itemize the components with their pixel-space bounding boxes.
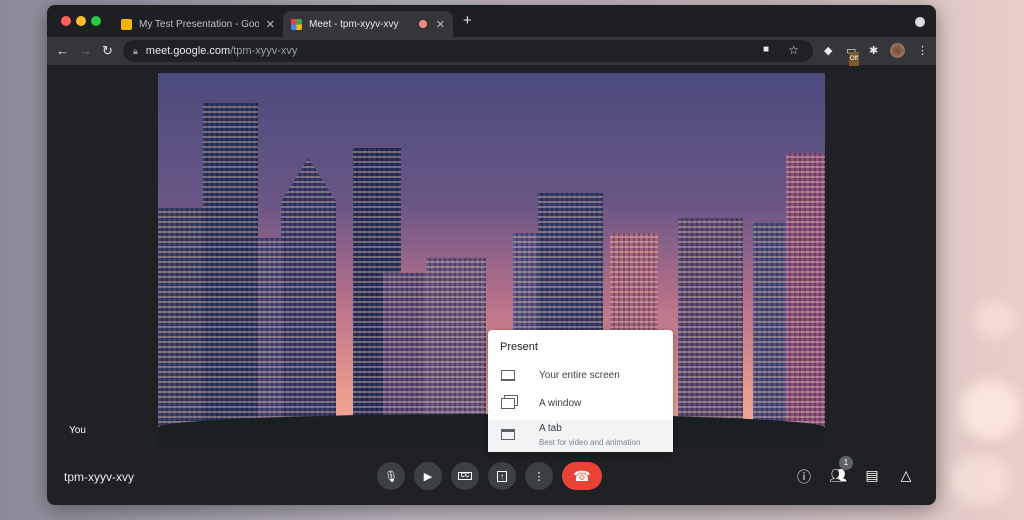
option-label: Your entire screen — [539, 369, 620, 381]
scene-building — [281, 158, 336, 448]
scene-building — [203, 103, 258, 448]
chat-icon[interactable]: ▤ — [863, 467, 881, 484]
tab-title: My Test Presentation - Google — [139, 18, 259, 30]
self-view-label: You — [69, 425, 86, 436]
bokeh-light — [960, 380, 1020, 440]
meeting-info-icon[interactable]: ⓘ — [795, 467, 813, 487]
scene-building — [753, 223, 788, 448]
hang-up-icon: ☎︎ — [573, 467, 591, 484]
camera-in-use-icon[interactable]: ■ — [763, 44, 769, 55]
more-options-button[interactable]: ⋮ — [525, 462, 553, 490]
close-window-button[interactable] — [61, 16, 71, 26]
captions-button[interactable]: CC — [451, 462, 479, 490]
back-icon[interactable]: ← — [56, 43, 69, 59]
bokeh-light — [975, 300, 1015, 340]
scene-building — [678, 218, 743, 448]
meet-favicon-icon — [291, 18, 302, 30]
option-subtitle: Best for video and animation — [539, 438, 641, 447]
recording-indicator-icon — [418, 20, 427, 28]
minimize-window-button[interactable] — [76, 16, 86, 26]
present-window-option[interactable]: A window — [488, 389, 673, 417]
camera-button[interactable]: ▶ — [414, 462, 442, 490]
lock-icon: 🔒︎ — [133, 45, 138, 56]
option-label: A window — [539, 397, 582, 409]
camera-icon: ▶ — [423, 470, 433, 483]
captions-icon: CC — [457, 472, 473, 480]
extension-badge: Off — [849, 52, 859, 66]
activities-icon[interactable]: △ — [897, 467, 915, 484]
extension-icon[interactable]: ▭ Off — [846, 44, 859, 66]
new-tab-button[interactable]: + — [463, 12, 472, 29]
present-icon: ↑ — [497, 470, 507, 482]
meeting-code: tpm-xyyv-xvy — [64, 470, 134, 484]
browser-menu-icon[interactable]: ⋮ — [917, 44, 928, 58]
present-tab-option[interactable]: A tab Best for video and animation — [488, 420, 673, 452]
microphone-button[interactable]: 🎙︎ — [377, 462, 405, 490]
window-icon — [501, 397, 515, 409]
bokeh-light — [950, 455, 1010, 505]
profile-avatar[interactable] — [890, 43, 905, 58]
reload-icon[interactable]: ↻ — [102, 43, 113, 59]
url-path: /tpm-xyyv-xvy — [230, 45, 298, 57]
leave-call-button[interactable]: ☎︎ — [562, 462, 602, 490]
tab-strip: My Test Presentation - Google ✕ Meet - t… — [47, 5, 936, 37]
extension-tag-icon[interactable]: ◆ — [824, 44, 832, 58]
slides-favicon-icon — [121, 18, 132, 30]
tab-icon — [501, 429, 515, 440]
address-bar[interactable]: 🔒︎ meet.google.com/tpm-xyyv-xvy ■ ☆ — [123, 40, 813, 62]
tab-title: Meet - tpm-xyyv-xvy — [309, 18, 399, 30]
microphone-icon: 🎙︎ — [384, 470, 398, 483]
participant-count-badge: 1 — [839, 456, 853, 470]
maximize-window-button[interactable] — [91, 16, 101, 26]
url-host: meet.google.com — [145, 45, 231, 57]
browser-window: My Test Presentation - Google ✕ Meet - t… — [47, 5, 936, 505]
present-entire-screen-option[interactable]: Your entire screen — [488, 361, 673, 389]
scene-building — [786, 153, 825, 448]
browser-toolbar: ← → ↻ 🔒︎ meet.google.com/tpm-xyyv-xvy ■ … — [47, 37, 936, 66]
tab-slides[interactable]: My Test Presentation - Google ✕ — [113, 11, 283, 37]
laptop-icon — [501, 369, 515, 381]
tab-search-icon[interactable] — [915, 17, 925, 27]
more-vert-icon: ⋮ — [533, 470, 545, 483]
close-tab-icon[interactable]: ✕ — [266, 18, 275, 31]
tab-meet[interactable]: Meet - tpm-xyyv-xvy ✕ — [283, 11, 453, 37]
close-tab-icon[interactable]: ✕ — [436, 18, 445, 31]
extensions-puzzle-icon[interactable]: ✱ — [869, 44, 878, 58]
option-label: A tab — [539, 423, 562, 434]
present-menu: Present Your entire screen A window A ta… — [488, 330, 673, 452]
present-now-button[interactable]: ↑ — [488, 462, 516, 490]
bookmark-star-icon[interactable]: ☆ — [788, 43, 799, 57]
forward-icon[interactable]: → — [79, 43, 92, 59]
present-menu-title: Present — [500, 341, 538, 353]
